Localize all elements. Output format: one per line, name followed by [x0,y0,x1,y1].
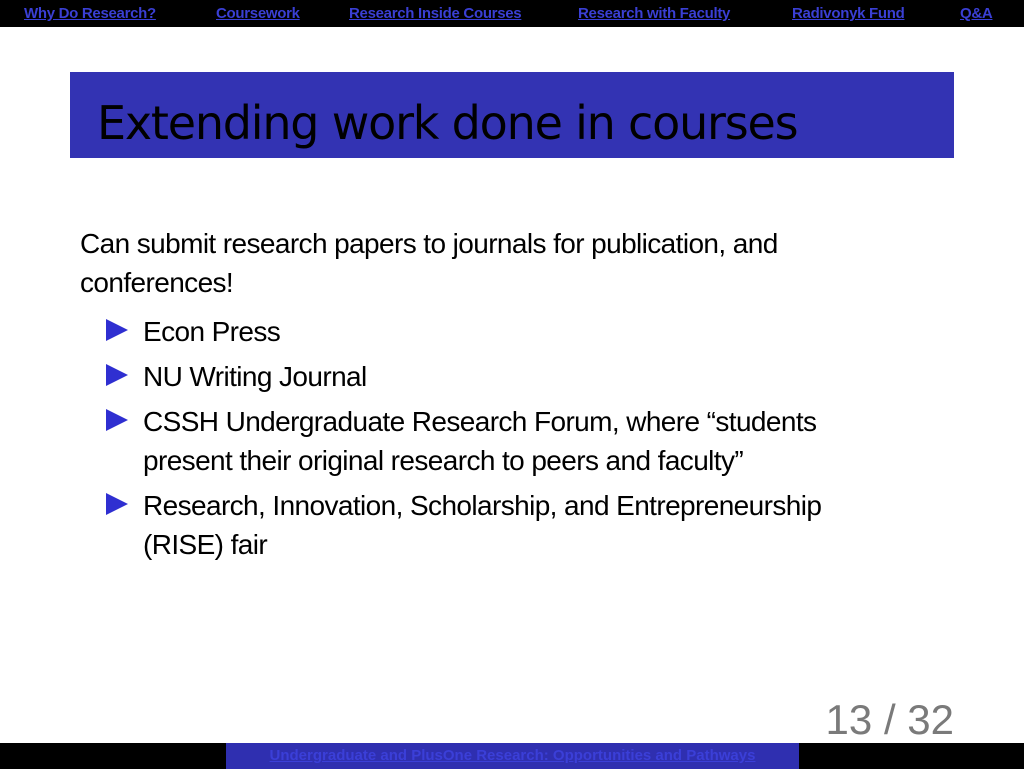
footer-bar: Undergraduate and PlusOne Research: Oppo… [0,743,1024,769]
bullet-text: Research, Innovation, Scholarship, and E… [143,490,822,560]
nav-link-radivonyk-fund[interactable]: Radivonyk Fund [792,5,905,22]
bullet-item-cssh-forum: CSSH Undergraduate Research Forum, where… [106,402,886,480]
nav-link-qa[interactable]: Q&A [960,5,993,22]
footer-title-link[interactable]: Undergraduate and PlusOne Research: Oppo… [270,747,756,764]
triangle-bullet-icon [106,319,128,341]
page-total: 32 [907,696,954,743]
triangle-bullet-icon [106,493,128,515]
bullet-item-econ-press: Econ Press [106,312,886,351]
bullet-list: Econ Press NU Writing Journal CSSH Under… [106,312,886,570]
nav-link-why-do-research[interactable]: Why Do Research? [24,5,156,22]
page-separator: / [883,696,896,743]
bullet-item-rise-fair: Research, Innovation, Scholarship, and E… [106,486,886,564]
footer-title-box: Undergraduate and PlusOne Research: Oppo… [226,743,799,769]
triangle-bullet-icon [106,409,128,431]
nav-link-research-inside-courses[interactable]: Research Inside Courses [349,5,522,22]
triangle-bullet-icon [106,364,128,386]
slide-title-box: Extending work done in courses [70,72,954,158]
page-counter: 13 / 32 [826,696,954,744]
bullet-item-nu-writing-journal: NU Writing Journal [106,357,886,396]
page-current: 13 [825,696,873,743]
bullet-text: CSSH Undergraduate Research Forum, where… [143,406,817,476]
bullet-text: Econ Press [143,316,281,347]
slide-title: Extending work done in courses [97,96,799,150]
nav-link-coursework[interactable]: Coursework [216,5,300,22]
top-nav-bar: Why Do Research? Coursework Research Ins… [0,0,1024,27]
nav-link-research-with-faculty[interactable]: Research with Faculty [578,5,730,22]
slide-intro-text: Can submit research papers to journals f… [80,228,778,298]
bullet-text: NU Writing Journal [143,361,367,392]
